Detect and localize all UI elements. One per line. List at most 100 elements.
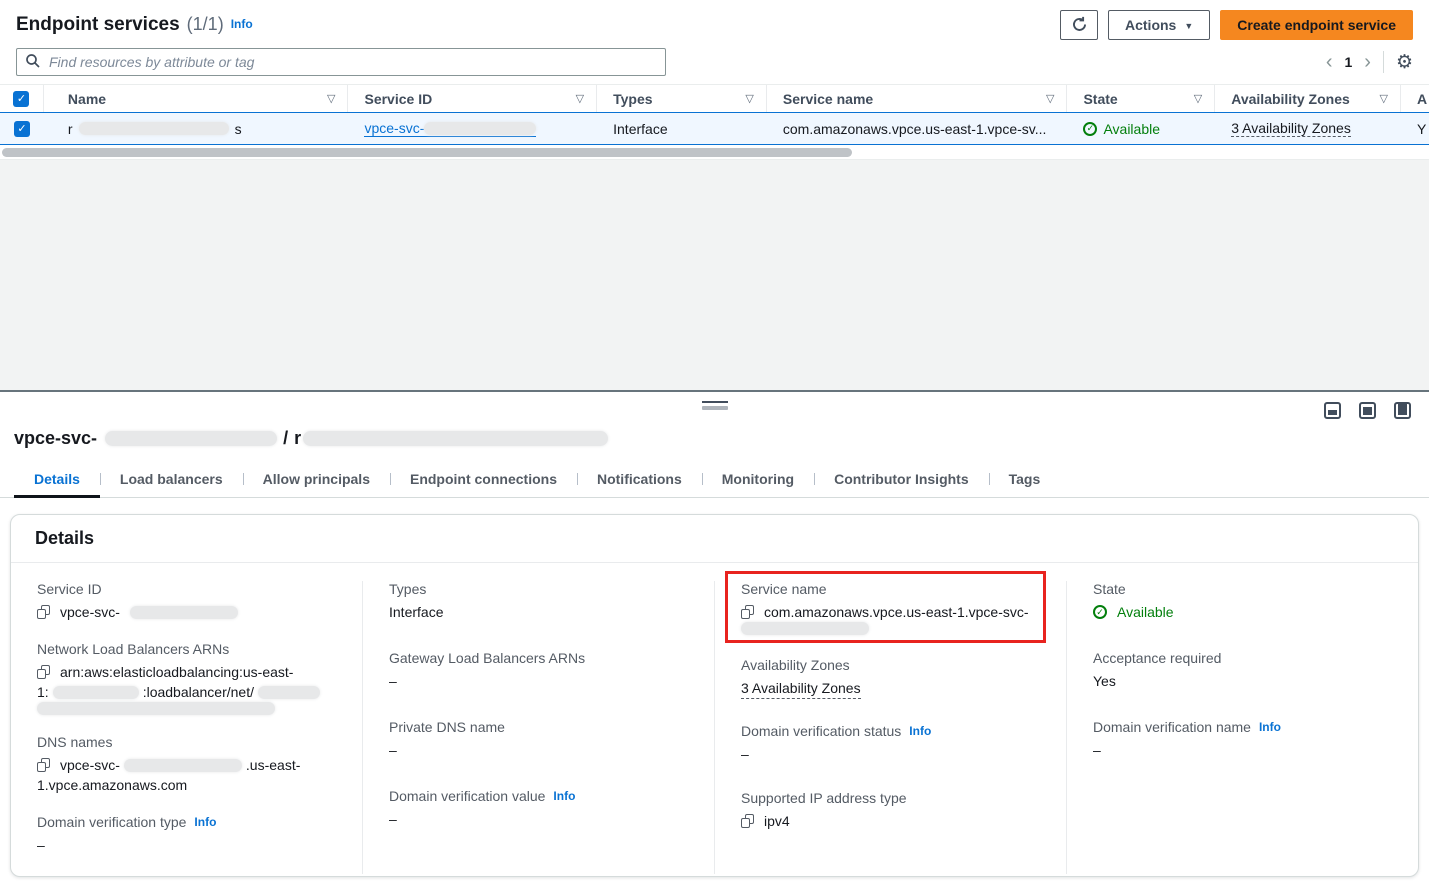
- filter-icon[interactable]: ▽: [327, 92, 335, 105]
- aws-console-screen: Endpoint services (1/1) Info Actions ▼ C…: [0, 0, 1429, 886]
- table-row[interactable]: rs vpce-svc- Interface com.amazonaws.vpc…: [0, 112, 1429, 145]
- split-panel-tabs: Details Load balancers Allow principals …: [0, 463, 1429, 498]
- tab-monitoring[interactable]: Monitoring: [702, 463, 814, 497]
- field-label: Service ID: [37, 581, 336, 597]
- pagination-prev-icon[interactable]: ‹: [1326, 52, 1333, 72]
- horizontal-scrollbar-track[interactable]: [0, 145, 1429, 160]
- redaction-blur: [105, 431, 277, 446]
- info-link[interactable]: Info: [909, 724, 931, 738]
- redaction-blur: [424, 122, 536, 135]
- tab-notifications[interactable]: Notifications: [577, 463, 702, 497]
- copy-icon[interactable]: [741, 814, 754, 828]
- available-status-icon: [1083, 122, 1097, 136]
- tab-endpoint-connections[interactable]: Endpoint connections: [390, 463, 577, 497]
- info-link[interactable]: Info: [231, 17, 253, 31]
- caret-down-icon: ▼: [1184, 21, 1193, 31]
- details-card-heading: Details: [11, 515, 1418, 563]
- panel-size-large-icon[interactable]: [1394, 402, 1411, 419]
- cell-state: Available: [1067, 113, 1215, 144]
- filter-icon[interactable]: ▽: [1194, 92, 1202, 105]
- column-header-service-id[interactable]: Service ID▽: [348, 85, 597, 112]
- column-header-service-name[interactable]: Service name▽: [767, 85, 1068, 112]
- split-panel-drag-handle[interactable]: [702, 401, 728, 410]
- redaction-blur: [37, 702, 275, 715]
- info-link[interactable]: Info: [1259, 720, 1281, 734]
- column-header-name[interactable]: Name▽: [44, 85, 349, 112]
- field-value: –: [389, 740, 688, 760]
- settings-gear-icon[interactable]: ⚙: [1396, 53, 1413, 72]
- info-link[interactable]: Info: [553, 789, 575, 803]
- table-header-row: Name▽ Service ID▽ Types▽ Service name▽ S…: [0, 84, 1429, 112]
- field-value: –: [741, 744, 1040, 764]
- tab-details[interactable]: Details: [14, 463, 100, 497]
- filter-icon[interactable]: ▽: [745, 92, 753, 105]
- info-link[interactable]: Info: [194, 815, 216, 829]
- table-toolbar: ‹ 1 › ⚙: [0, 46, 1429, 78]
- row-checkbox[interactable]: [14, 121, 30, 137]
- resource-count: (1/1): [187, 14, 224, 35]
- field-value: –: [389, 671, 688, 691]
- redaction-blur: [130, 606, 238, 619]
- cell-service-name: com.amazonaws.vpce.us-east-1.vpce-sv...: [767, 113, 1068, 144]
- field-value: –: [37, 835, 336, 855]
- field-label: Supported IP address type: [741, 790, 1040, 806]
- copy-icon[interactable]: [37, 665, 50, 679]
- service-name-highlight-box: Service name com.amazonaws.vpce.us-east-…: [725, 571, 1046, 643]
- create-endpoint-service-button[interactable]: Create endpoint service: [1220, 10, 1413, 40]
- details-column-3: Service name com.amazonaws.vpce.us-east-…: [714, 581, 1066, 874]
- redaction-blur: [124, 759, 242, 772]
- cell-name: rs: [44, 113, 349, 144]
- field-label: Domain verification value: [389, 788, 545, 804]
- horizontal-scrollbar-thumb[interactable]: [2, 148, 852, 157]
- field-label: Gateway Load Balancers ARNs: [389, 650, 688, 666]
- field-label: Private DNS name: [389, 719, 688, 735]
- service-id-link[interactable]: vpce-svc-: [364, 120, 536, 137]
- pagination-next-icon[interactable]: ›: [1364, 52, 1371, 72]
- field-label: Domain verification name: [1093, 719, 1251, 735]
- toolbar-divider: [1383, 51, 1384, 73]
- actions-button[interactable]: Actions ▼: [1108, 10, 1210, 40]
- field-value: Interface: [389, 602, 688, 622]
- page-title: Endpoint services: [16, 14, 180, 36]
- redaction-blur: [303, 431, 608, 446]
- tab-tags[interactable]: Tags: [989, 463, 1061, 497]
- field-label: State: [1093, 581, 1392, 597]
- copy-icon[interactable]: [741, 605, 754, 619]
- field-label: Availability Zones: [741, 657, 1040, 673]
- tab-contributor-insights[interactable]: Contributor Insights: [814, 463, 989, 497]
- endpoint-services-table: Name▽ Service ID▽ Types▽ Service name▽ S…: [0, 84, 1429, 160]
- details-column-1: Service ID vpce-svc- Network Load Balanc…: [11, 581, 362, 874]
- column-header-availability-zones[interactable]: Availability Zones▽: [1215, 85, 1401, 112]
- field-label: Service name: [741, 581, 1037, 597]
- actions-button-label: Actions: [1125, 17, 1176, 33]
- panel-size-medium-icon[interactable]: [1359, 402, 1376, 419]
- tab-load-balancers[interactable]: Load balancers: [100, 463, 243, 497]
- redaction-blur: [258, 686, 320, 699]
- availability-zones-link[interactable]: 3 Availability Zones: [741, 678, 861, 699]
- search-input[interactable]: [16, 48, 666, 76]
- select-all-checkbox[interactable]: [13, 91, 29, 107]
- availability-zones-link[interactable]: 3 Availability Zones: [1231, 120, 1351, 137]
- refresh-button[interactable]: [1060, 10, 1098, 40]
- column-header-state[interactable]: State▽: [1067, 85, 1215, 112]
- field-label: Types: [389, 581, 688, 597]
- field-value: –: [389, 809, 688, 829]
- column-header-acceptance-clipped[interactable]: A: [1401, 85, 1429, 112]
- search-icon: [25, 53, 41, 72]
- pagination-current-page[interactable]: 1: [1344, 54, 1352, 70]
- field-label: Network Load Balancers ARNs: [37, 641, 336, 657]
- cell-acceptance-clipped: Y: [1401, 113, 1429, 144]
- column-header-types[interactable]: Types▽: [597, 85, 767, 112]
- filter-icon[interactable]: ▽: [1046, 92, 1054, 105]
- details-column-2: Types Interface Gateway Load Balancers A…: [362, 581, 714, 874]
- pagination: ‹ 1 › ⚙: [1326, 51, 1413, 73]
- filter-icon[interactable]: ▽: [576, 92, 584, 105]
- search-box: [16, 48, 666, 76]
- copy-icon[interactable]: [37, 758, 50, 772]
- panel-size-small-icon[interactable]: [1324, 402, 1341, 419]
- filter-icon[interactable]: ▽: [1380, 92, 1388, 105]
- tab-allow-principals[interactable]: Allow principals: [243, 463, 390, 497]
- copy-icon[interactable]: [37, 605, 50, 619]
- page-header: Endpoint services (1/1) Info Actions ▼ C…: [0, 0, 1429, 46]
- field-label: Domain verification type: [37, 814, 186, 830]
